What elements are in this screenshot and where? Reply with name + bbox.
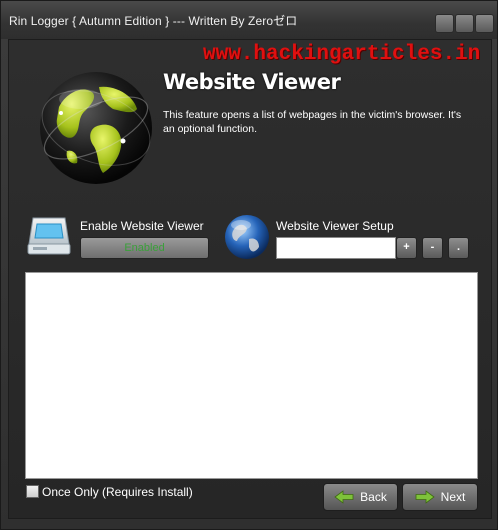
enable-website-viewer-label: Enable Website Viewer	[80, 219, 204, 233]
back-button-label: Back	[360, 490, 387, 504]
remove-url-button[interactable]: -	[422, 237, 443, 259]
small-globe-icon	[225, 215, 269, 259]
next-button[interactable]: Next	[402, 483, 478, 511]
watermark-text: www.hackingarticles.in	[203, 43, 481, 66]
arrow-left-icon	[334, 490, 354, 504]
options-button[interactable]: .	[448, 237, 469, 259]
website-url-input[interactable]	[276, 237, 396, 259]
page-description: This feature opens a list of webpages in…	[163, 109, 462, 135]
back-button[interactable]: Back	[323, 483, 398, 511]
globe-icon	[40, 72, 152, 184]
maximize-button[interactable]	[455, 14, 474, 33]
window-title: Rin Logger { Autumn Edition } --- Writte…	[9, 14, 298, 28]
close-button[interactable]	[475, 14, 494, 33]
enable-toggle-button[interactable]: Enabled	[80, 237, 209, 259]
drive-icon	[27, 217, 71, 255]
page-title: Website Viewer	[163, 70, 341, 94]
next-button-label: Next	[440, 490, 466, 504]
title-bar[interactable]: Rin Logger { Autumn Edition } --- Writte…	[1, 1, 497, 39]
add-url-button[interactable]: +	[396, 237, 417, 259]
website-list[interactable]	[25, 272, 478, 479]
arrow-right-icon	[415, 490, 435, 504]
once-only-checkbox[interactable]	[26, 485, 39, 498]
website-viewer-setup-label: Website Viewer Setup	[276, 219, 394, 233]
minimize-button[interactable]	[435, 14, 454, 33]
app-window: Rin Logger { Autumn Edition } --- Writte…	[0, 0, 498, 530]
once-only-label: Once Only (Requires Install)	[42, 485, 193, 499]
